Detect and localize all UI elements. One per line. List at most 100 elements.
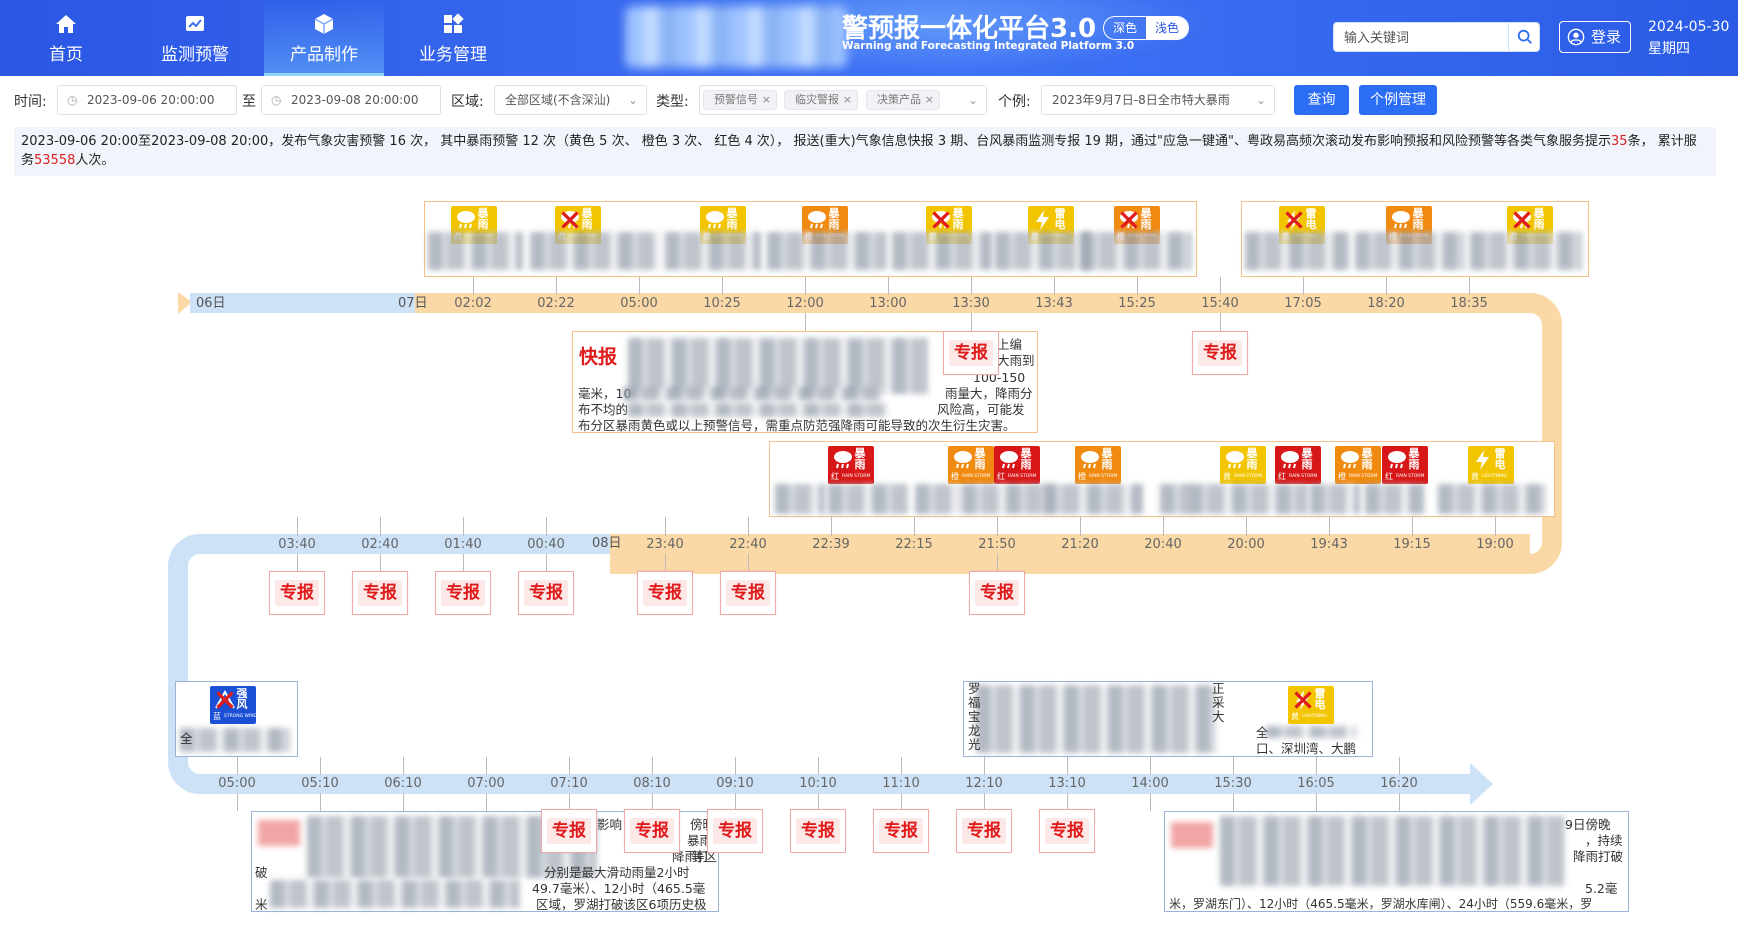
time-label[interactable]: 13:43 [1029,295,1079,313]
time-label[interactable]: 12:00 [780,295,830,313]
connector-line [805,277,806,295]
time-label[interactable]: 06:10 [378,775,428,793]
rainstorm-warning-icon[interactable]: 暴雨红 RAIN STORM [1382,446,1428,484]
time-label[interactable]: 20:40 [1138,536,1188,554]
time-label[interactable]: 13:30 [946,295,996,313]
zhuanbao-card[interactable]: 专报 [624,809,680,853]
zhuanbao-card[interactable]: 专报 [873,809,929,853]
connector-line [665,554,666,571]
time-label[interactable]: 19:15 [1387,536,1437,554]
time-label[interactable]: 07:00 [461,775,511,793]
zhuanbao-card[interactable]: 专报 [637,571,693,615]
time-label[interactable]: 08:10 [627,775,677,793]
connector-line [888,277,889,295]
connector-line [1469,277,1470,295]
zhuanbao-card[interactable]: 专报 [269,571,325,615]
time-label[interactable]: 00:40 [521,536,571,554]
report-text: 49.7毫米）、12小时（465.5毫 [532,881,706,896]
time-label[interactable]: 19:43 [1304,536,1354,554]
zhuanbao-card[interactable]: 专报 [943,331,999,375]
rainstorm-warning-icon[interactable]: 暴雨黄RAIN STORM [1220,446,1266,484]
time-label[interactable]: 11:10 [876,775,926,793]
rainstorm-warning-icon[interactable]: 暴雨红 RAIN STORM [994,446,1040,484]
zhuanbao-card[interactable]: 专报 [956,809,1012,853]
zhuanbao-card[interactable]: 专报 [1039,809,1095,853]
time-label[interactable]: 03:40 [272,536,322,554]
warning-level-label: 橙 [951,472,959,481]
warning-type-label: 暴雨 [1408,447,1420,471]
connector-line [1054,277,1055,295]
rainstorm-warning-icon[interactable]: 暴雨橙RAIN STORM [1335,446,1381,484]
time-label[interactable]: 22:40 [723,536,773,554]
warning-level-label: 橙 [1338,472,1346,481]
time-label[interactable]: 07:10 [544,775,594,793]
time-label[interactable]: 10:25 [697,295,747,313]
redacted-text [428,232,523,270]
time-label[interactable]: 23:40 [640,536,690,554]
time-label[interactable]: 15:30 [1208,775,1258,793]
thunder-warning-icon[interactable]: 雷电黄LIGHTNING [1468,446,1514,484]
time-label[interactable]: 12:10 [959,775,1009,793]
time-label[interactable]: 21:20 [1055,536,1105,554]
time-label[interactable]: 01:40 [438,536,488,554]
zhuanbao-card[interactable]: 专报 [435,571,491,615]
zhuanbao-card[interactable]: 专报 [707,809,763,853]
redacted-text [1355,232,1465,270]
report-char: 龙 [968,723,981,738]
time-label[interactable]: 22:15 [889,536,939,554]
zhuanbao-card[interactable]: 专报 [1192,331,1248,375]
thunder-warning-icon[interactable]: 雷电黄LIGHTNING [1288,686,1334,724]
wind-warning-icon[interactable]: 强风蓝 STRONG WINDS [210,686,260,724]
zhuanbao-card[interactable]: 专报 [720,571,776,615]
zhuanbao-label: 专报 [796,818,840,844]
time-label[interactable]: 13:00 [863,295,913,313]
warning-en-label: RAIN STORM [1349,474,1378,479]
time-label[interactable]: 02:22 [531,295,581,313]
connector-line [403,793,404,811]
rainstorm-warning-icon[interactable]: 暴雨红 RAIN STORM [828,446,874,484]
warning-type-label: 雷电 [1054,207,1066,231]
time-label[interactable]: 02:02 [448,295,498,313]
rainstorm-warning-icon[interactable]: 暴雨红 RAIN STORM [1275,446,1321,484]
connector-line [486,757,487,775]
time-label[interactable]: 22:39 [806,536,856,554]
zhuanbao-label: 专报 [630,818,674,844]
time-label[interactable]: 16:05 [1291,775,1341,793]
connector-line [914,517,915,536]
zhuanbao-card[interactable]: 专报 [352,571,408,615]
zhuanbao-card[interactable]: 专报 [969,571,1025,615]
time-label[interactable]: 15:25 [1112,295,1162,313]
connector-line [486,793,487,811]
time-label[interactable]: 18:35 [1444,295,1494,313]
rainstorm-warning-icon[interactable]: 暴雨橙RAIN STORM [948,446,994,484]
time-label[interactable]: 13:10 [1042,775,1092,793]
time-label[interactable]: 05:10 [295,775,345,793]
day-label: 06日 [196,296,226,311]
time-label[interactable]: 17:05 [1278,295,1328,313]
time-label[interactable]: 19:00 [1470,536,1520,554]
time-label[interactable]: 05:00 [614,295,664,313]
zhuanbao-card[interactable]: 专报 [541,809,597,853]
time-label[interactable]: 05:00 [212,775,262,793]
warning-type-label: 雷电 [1314,687,1326,711]
time-label[interactable]: 15:40 [1195,295,1245,313]
time-label[interactable]: 20:00 [1221,536,1271,554]
time-label[interactable]: 16:20 [1374,775,1424,793]
kuaibao-card[interactable]: 9日傍晚 ，持续 降雨打破 5.2毫 米，罗湖东门）、12小时（465.5毫米，… [1164,811,1629,912]
redacted-text [628,403,888,417]
warning-level-label: 红 [1278,472,1286,481]
rainstorm-warning-icon[interactable]: 暴雨橙RAIN STORM [1075,446,1121,484]
zhuanbao-card[interactable]: 专报 [790,809,846,853]
time-label[interactable]: 14:00 [1125,775,1175,793]
connector-line [1303,277,1304,295]
time-label[interactable]: 10:10 [793,775,843,793]
connector-line [1399,793,1400,811]
zhuanbao-card[interactable]: 专报 [518,571,574,615]
time-label[interactable]: 21:50 [972,536,1022,554]
time-label[interactable]: 18:20 [1361,295,1411,313]
time-label[interactable]: 09:10 [710,775,760,793]
time-label[interactable]: 02:40 [355,536,405,554]
report-text: 雨量大，降雨分 [945,386,1033,401]
report-char: 大 [1212,709,1225,724]
redacted-title [258,820,300,846]
